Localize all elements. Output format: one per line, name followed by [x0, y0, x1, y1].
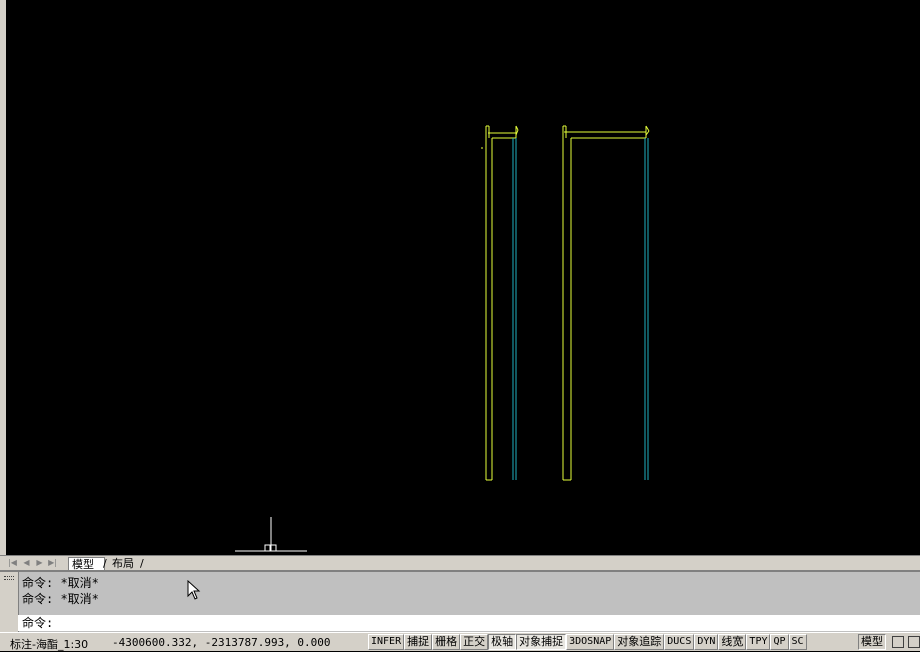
first-tab-icon[interactable]: |◀ — [8, 558, 17, 568]
status-bar: 标注-海酯_1:30 -4300600.332, -2313787.993, 0… — [0, 632, 920, 651]
tab-separator: / — [140, 557, 144, 570]
door-frame-left — [481, 125, 519, 481]
drafting-toggles: INFER 捕捉 栅格 正交 极轴 对象捕捉 3DOSNAP 对象追踪 DUCS… — [368, 634, 807, 650]
mouse-pointer-icon — [187, 580, 201, 600]
viewport-icon[interactable] — [892, 636, 904, 648]
drawing-geometry — [235, 125, 650, 552]
tab-layout[interactable]: 布局 — [109, 557, 142, 570]
last-tab-icon[interactable]: ▶| — [48, 558, 57, 568]
quick-view-icon[interactable] — [908, 636, 920, 648]
toggle-otrack[interactable]: 对象追踪 — [614, 634, 665, 650]
command-history-line: 命令: *取消* — [22, 576, 99, 590]
toggle-infer[interactable]: INFER — [368, 634, 405, 650]
command-window: 命令: *取消* 命令: *取消* 命令: — [0, 570, 920, 634]
toggle-ortho[interactable]: 正交 — [460, 634, 489, 650]
drawing-canvas[interactable] — [6, 0, 920, 555]
command-history-line: 命令: *取消* — [22, 592, 99, 606]
toggle-grid[interactable]: 栅格 — [432, 634, 461, 650]
toggle-osnap[interactable]: 对象捕捉 — [516, 634, 567, 650]
toggle-lineweight[interactable]: 线宽 — [718, 634, 747, 650]
command-prompt: 命令: — [22, 616, 54, 630]
door-frame-right — [562, 125, 650, 481]
toggle-3dosnap[interactable]: 3DOSNAP — [566, 634, 615, 650]
toggle-sc[interactable]: SC — [788, 634, 807, 650]
toggle-qp[interactable]: QP — [770, 634, 789, 650]
command-window-grip[interactable] — [0, 572, 19, 634]
prev-tab-icon[interactable]: ◀ — [22, 558, 31, 568]
model-space-button[interactable]: 模型 — [858, 634, 886, 650]
toggle-dyn[interactable]: DYN — [694, 634, 719, 650]
layout-tab-bar: |◀ ◀ ▶ ▶| 模型 / 布局 / — [0, 555, 920, 571]
ucs-icon — [235, 517, 307, 552]
toggle-tpy[interactable]: TPY — [746, 634, 771, 650]
coordinate-readout[interactable]: -4300600.332, -2313787.993, 0.000 — [112, 636, 331, 649]
tab-model[interactable]: 模型 — [68, 557, 105, 571]
toggle-polar[interactable]: 极轴 — [488, 634, 517, 650]
tab-separator: / — [103, 557, 107, 570]
command-input[interactable]: 命令: — [18, 615, 920, 631]
next-tab-icon[interactable]: ▶ — [35, 558, 44, 568]
toggle-ducs[interactable]: DUCS — [664, 634, 695, 650]
toggle-snap[interactable]: 捕捉 — [404, 634, 433, 650]
